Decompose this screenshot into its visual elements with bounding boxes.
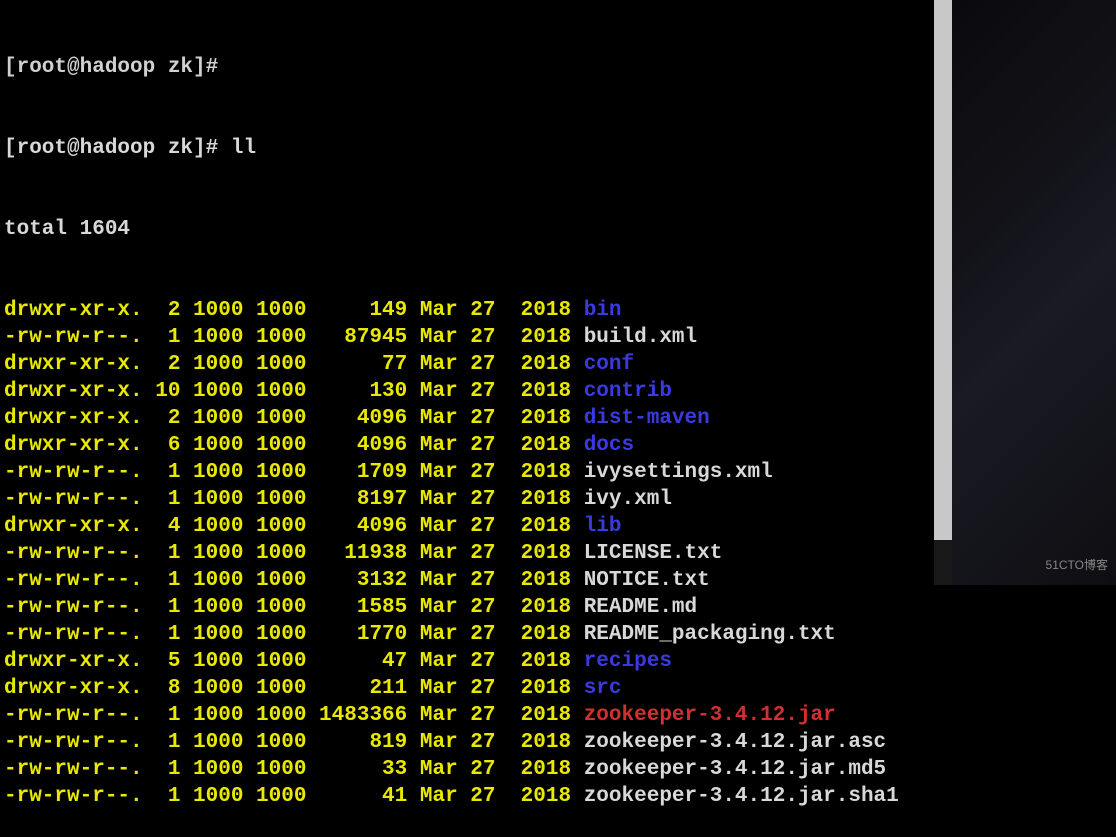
file-name: contrib	[584, 380, 672, 403]
command-text: ll	[231, 137, 256, 160]
file-meta: -rw-rw-r--. 1 1000 1000 33 Mar 27 2018	[4, 758, 584, 781]
file-name: ivy.xml	[584, 488, 672, 511]
list-item: -rw-rw-r--. 1 1000 1000 1585 Mar 27 2018…	[4, 594, 1112, 621]
file-meta: drwxr-xr-x. 5 1000 1000 47 Mar 27 2018	[4, 650, 584, 673]
file-name: bin	[584, 299, 622, 322]
file-meta: -rw-rw-r--. 1 1000 1000 11938 Mar 27 201…	[4, 542, 584, 565]
prompt: [root@hadoop zk]#	[4, 137, 231, 160]
file-meta: drwxr-xr-x. 2 1000 1000 149 Mar 27 2018	[4, 299, 584, 322]
file-name: ivysettings.xml	[584, 461, 773, 484]
file-name: zookeeper-3.4.12.jar.asc	[584, 731, 886, 754]
file-name: NOTICE.txt	[584, 569, 710, 592]
list-item: -rw-rw-r--. 1 1000 1000 1770 Mar 27 2018…	[4, 621, 1112, 648]
file-meta: -rw-rw-r--. 1 1000 1000 1585 Mar 27 2018	[4, 596, 584, 619]
scrollbar-thumb[interactable]	[934, 0, 952, 540]
file-name: zookeeper-3.4.12.jar.md5	[584, 758, 886, 781]
file-meta: -rw-rw-r--. 1 1000 1000 1483366 Mar 27 2…	[4, 704, 584, 727]
file-meta: -rw-rw-r--. 1 1000 1000 41 Mar 27 2018	[4, 785, 584, 808]
file-meta: -rw-rw-r--. 1 1000 1000 3132 Mar 27 2018	[4, 569, 584, 592]
file-name: conf	[584, 353, 634, 376]
list-item: drwxr-xr-x. 5 1000 1000 47 Mar 27 2018 r…	[4, 648, 1112, 675]
file-name: zookeeper-3.4.12.jar.sha1	[584, 785, 899, 808]
file-name: lib	[584, 515, 622, 538]
file-meta: drwxr-xr-x. 10 1000 1000 130 Mar 27 2018	[4, 380, 584, 403]
file-meta: -rw-rw-r--. 1 1000 1000 8197 Mar 27 2018	[4, 488, 584, 511]
file-meta: -rw-rw-r--. 1 1000 1000 819 Mar 27 2018	[4, 731, 584, 754]
list-item: -rw-rw-r--. 1 1000 1000 33 Mar 27 2018 z…	[4, 756, 1112, 783]
file-meta: drwxr-xr-x. 6 1000 1000 4096 Mar 27 2018	[4, 434, 584, 457]
list-item: -rw-rw-r--. 1 1000 1000 1483366 Mar 27 2…	[4, 702, 1112, 729]
list-item: drwxr-xr-x. 8 1000 1000 211 Mar 27 2018 …	[4, 675, 1112, 702]
file-name: docs	[584, 434, 634, 457]
file-name: README.md	[584, 596, 697, 619]
file-name: src	[584, 677, 622, 700]
file-name: build.xml	[584, 326, 697, 349]
file-name: dist-maven	[584, 407, 710, 430]
file-meta: -rw-rw-r--. 1 1000 1000 87945 Mar 27 201…	[4, 326, 584, 349]
file-meta: drwxr-xr-x. 2 1000 1000 77 Mar 27 2018	[4, 353, 584, 376]
file-meta: -rw-rw-r--. 1 1000 1000 1709 Mar 27 2018	[4, 461, 584, 484]
file-name: LICENSE.txt	[584, 542, 723, 565]
file-name: README_packaging.txt	[584, 623, 836, 646]
file-meta: drwxr-xr-x. 2 1000 1000 4096 Mar 27 2018	[4, 407, 584, 430]
list-item: -rw-rw-r--. 1 1000 1000 41 Mar 27 2018 z…	[4, 783, 1112, 810]
file-name: recipes	[584, 650, 672, 673]
file-meta: -rw-rw-r--. 1 1000 1000 1770 Mar 27 2018	[4, 623, 584, 646]
scrollbar-vertical[interactable]	[934, 0, 952, 585]
file-meta: drwxr-xr-x. 8 1000 1000 211 Mar 27 2018	[4, 677, 584, 700]
list-item: -rw-rw-r--. 1 1000 1000 819 Mar 27 2018 …	[4, 729, 1112, 756]
watermark-text: 51CTO博客	[1046, 552, 1108, 579]
desktop-background	[952, 0, 1116, 585]
file-meta: drwxr-xr-x. 4 1000 1000 4096 Mar 27 2018	[4, 515, 584, 538]
file-name: zookeeper-3.4.12.jar	[584, 704, 836, 727]
